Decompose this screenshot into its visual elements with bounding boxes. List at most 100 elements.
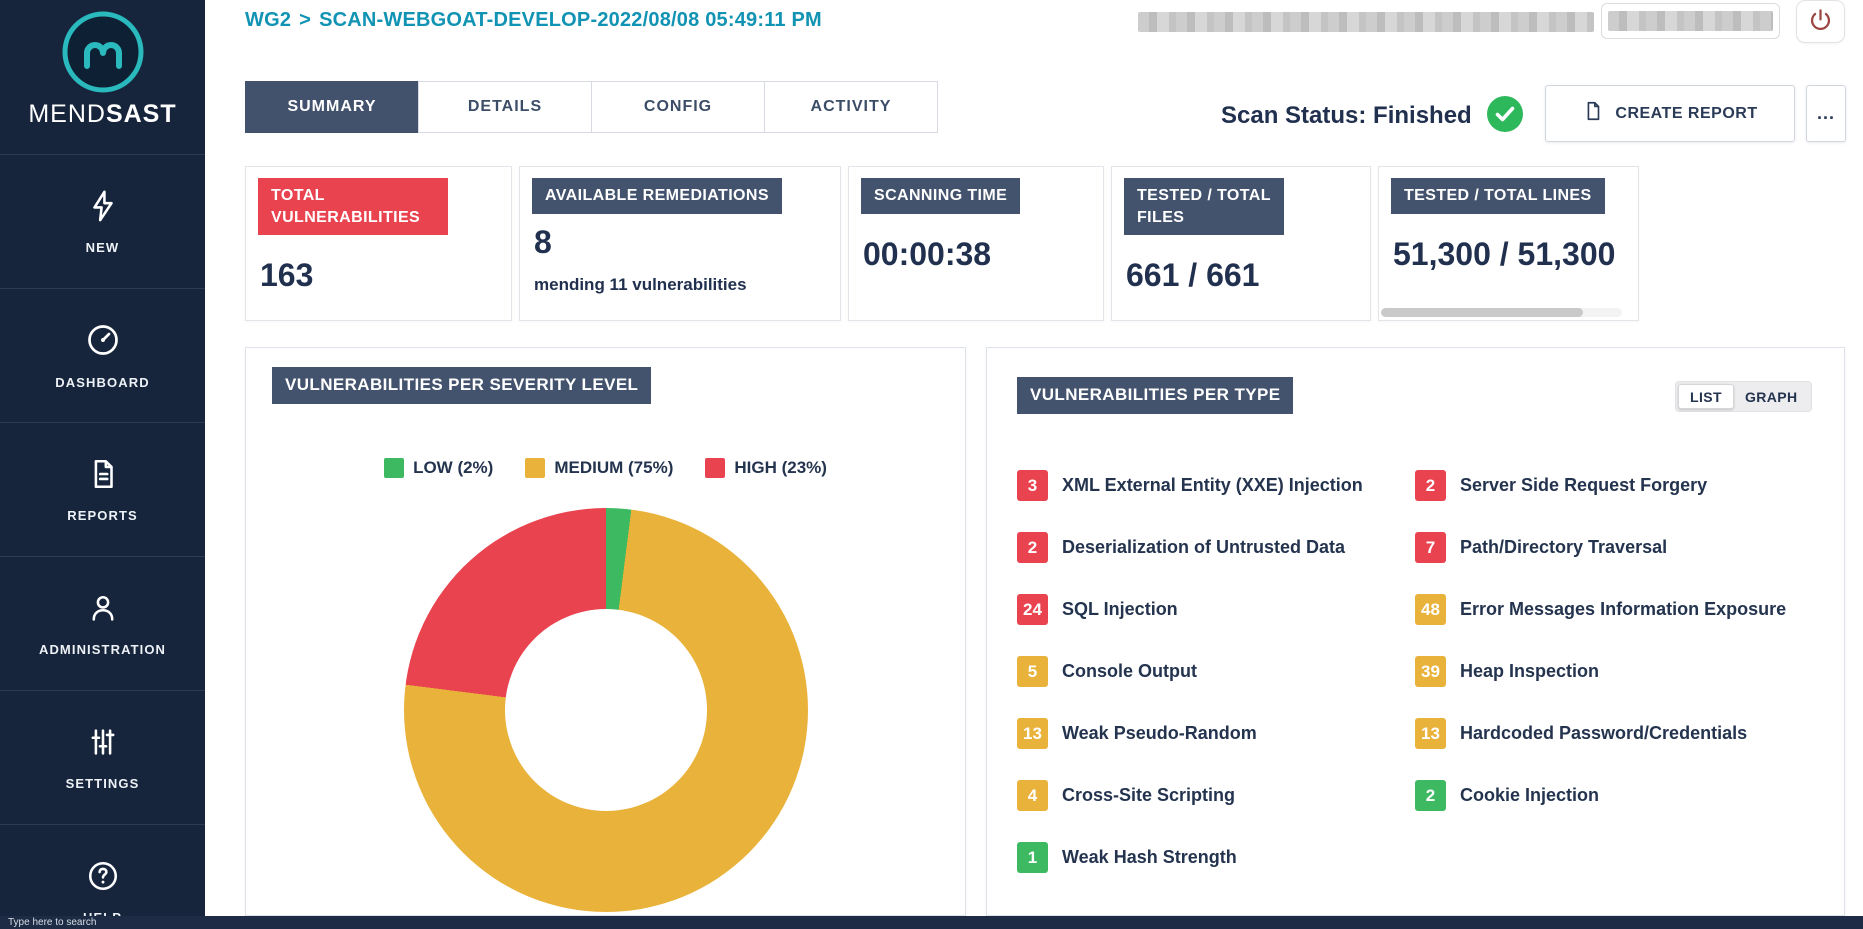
- stat-value: 661 / 661: [1126, 257, 1358, 294]
- vuln-type-item[interactable]: 2 Cookie Injection: [1415, 780, 1786, 811]
- create-report-label: CREATE REPORT: [1615, 105, 1757, 123]
- sidebar-item-help[interactable]: HELP: [0, 824, 205, 929]
- mend-logo[interactable]: [61, 10, 145, 94]
- vuln-type-label: Heap Inspection: [1460, 661, 1599, 682]
- vuln-types-column-left: 3 XML External Entity (XXE) Injection 2 …: [1017, 470, 1363, 904]
- stat-value: 51,300 / 51,300: [1393, 236, 1638, 273]
- stats-row: TOTAL VULNERABILITIES 163 AVAILABLE REME…: [245, 166, 1639, 321]
- vuln-type-item[interactable]: 24 SQL Injection: [1017, 594, 1363, 625]
- severity-legend: LOW (2%) MEDIUM (75%) HIGH (23%): [246, 458, 965, 478]
- brand-sast: SAST: [106, 100, 177, 128]
- stat-label: AVAILABLE REMEDIATIONS: [532, 178, 782, 214]
- vuln-type-item[interactable]: 13 Hardcoded Password/Credentials: [1415, 718, 1786, 749]
- stat-label: SCANNING TIME: [861, 178, 1020, 214]
- vuln-type-item[interactable]: 2 Server Side Request Forgery: [1415, 470, 1786, 501]
- document-icon: [86, 457, 120, 496]
- vuln-type-label: Path/Directory Traversal: [1460, 537, 1667, 558]
- scan-status-value: Finished: [1373, 102, 1472, 129]
- vuln-count-badge: 5: [1017, 656, 1048, 687]
- person-icon: [86, 591, 120, 630]
- legend-item-high: HIGH (23%): [705, 458, 827, 478]
- check-circle-icon: [1486, 95, 1524, 138]
- breadcrumb-project-link[interactable]: WG2: [245, 9, 291, 31]
- severity-panel: VULNERABILITIES PER SEVERITY LEVEL LOW (…: [245, 347, 966, 916]
- scan-status: Scan Status: Finished: [1221, 94, 1524, 138]
- vuln-type-label: Hardcoded Password/Credentials: [1460, 723, 1747, 744]
- taskbar-search[interactable]: Type here to search: [8, 917, 96, 928]
- vuln-type-label: Weak Pseudo-Random: [1062, 723, 1257, 744]
- stat-card-available-remediations: AVAILABLE REMEDIATIONS 8 mending 11 vuln…: [519, 166, 841, 321]
- question-icon: [86, 859, 120, 898]
- sidebar-item-new[interactable]: NEW: [0, 154, 205, 288]
- legend-item-medium: MEDIUM (75%): [525, 458, 673, 478]
- legend-label: HIGH (23%): [734, 458, 827, 478]
- more-options-button[interactable]: ...: [1806, 85, 1846, 142]
- breadcrumb-separator: >: [299, 9, 311, 31]
- vuln-type-label: SQL Injection: [1062, 599, 1178, 620]
- stat-value: 00:00:38: [863, 236, 1091, 273]
- vuln-count-badge: 48: [1415, 594, 1446, 625]
- vuln-type-item[interactable]: 2 Deserialization of Untrusted Data: [1017, 532, 1363, 563]
- sidebar-nav: NEW DASHBOARD REPORTS ADMINISTRATION: [0, 154, 205, 929]
- redacted-user-selector[interactable]: [1601, 3, 1780, 39]
- legend-swatch-high: [705, 458, 725, 478]
- stat-card-tested-files: TESTED / TOTAL FILES 661 / 661: [1111, 166, 1371, 321]
- severity-panel-title: VULNERABILITIES PER SEVERITY LEVEL: [272, 367, 651, 404]
- vuln-count-badge: 1: [1017, 842, 1048, 873]
- toggle-graph[interactable]: GRAPH: [1734, 384, 1809, 409]
- legend-swatch-medium: [525, 458, 545, 478]
- vuln-count-badge: 24: [1017, 594, 1048, 625]
- sidebar-item-label: SETTINGS: [66, 776, 140, 791]
- scan-tabs: SUMMARY DETAILS CONFIG ACTIVITY: [245, 81, 938, 133]
- stat-label: TESTED / TOTAL LINES: [1391, 178, 1605, 214]
- create-report-button[interactable]: CREATE REPORT: [1545, 85, 1795, 142]
- vuln-count-badge: 2: [1415, 780, 1446, 811]
- lightning-icon: [86, 189, 120, 228]
- stat-card-total-vulnerabilities: TOTAL VULNERABILITIES 163: [245, 166, 512, 321]
- vuln-type-item[interactable]: 13 Weak Pseudo-Random: [1017, 718, 1363, 749]
- legend-label: LOW (2%): [413, 458, 493, 478]
- stat-label: TOTAL VULNERABILITIES: [258, 178, 448, 235]
- stat-card-scanning-time: SCANNING TIME 00:00:38: [848, 166, 1104, 321]
- vuln-count-badge: 13: [1017, 718, 1048, 749]
- vuln-type-item[interactable]: 7 Path/Directory Traversal: [1415, 532, 1786, 563]
- stat-label: TESTED / TOTAL FILES: [1124, 178, 1284, 235]
- vuln-type-item[interactable]: 1 Weak Hash Strength: [1017, 842, 1363, 873]
- legend-item-low: LOW (2%): [384, 458, 493, 478]
- vuln-type-item[interactable]: 3 XML External Entity (XXE) Injection: [1017, 470, 1363, 501]
- gauge-icon: [85, 322, 121, 363]
- redacted-account-info: [1138, 12, 1594, 32]
- tab-summary[interactable]: SUMMARY: [245, 81, 419, 133]
- vuln-count-badge: 2: [1017, 532, 1048, 563]
- legend-label: MEDIUM (75%): [554, 458, 673, 478]
- vuln-type-item[interactable]: 48 Error Messages Information Exposure: [1415, 594, 1786, 625]
- vuln-count-badge: 39: [1415, 656, 1446, 687]
- stat-card-tested-lines: TESTED / TOTAL LINES 51,300 / 51,300: [1378, 166, 1639, 321]
- scrollbar-thumb[interactable]: [1381, 308, 1583, 317]
- legend-swatch-low: [384, 458, 404, 478]
- main-content: WG2>SCAN-WEBGOAT-DEVELOP-2022/08/08 05:4…: [205, 0, 1863, 929]
- vuln-type-item[interactable]: 4 Cross-Site Scripting: [1017, 780, 1363, 811]
- stats-horizontal-scrollbar[interactable]: [1381, 308, 1622, 317]
- sidebar-item-reports[interactable]: REPORTS: [0, 422, 205, 556]
- vuln-type-label: Error Messages Information Exposure: [1460, 599, 1786, 620]
- vuln-type-item[interactable]: 5 Console Output: [1017, 656, 1363, 687]
- sidebar: MENDSAST NEW DASHBOARD REPORTS: [0, 0, 205, 929]
- vuln-type-item[interactable]: 39 Heap Inspection: [1415, 656, 1786, 687]
- logout-power-button[interactable]: [1796, 0, 1845, 43]
- toggle-list[interactable]: LIST: [1678, 384, 1734, 409]
- vuln-count-badge: 7: [1415, 532, 1446, 563]
- stat-value: 163: [260, 257, 499, 294]
- sidebar-item-administration[interactable]: ADMINISTRATION: [0, 556, 205, 690]
- tab-activity[interactable]: ACTIVITY: [764, 81, 938, 133]
- severity-donut-chart[interactable]: [404, 508, 808, 912]
- vuln-count-badge: 2: [1415, 470, 1446, 501]
- sliders-icon: [86, 725, 120, 764]
- tab-config[interactable]: CONFIG: [591, 81, 765, 133]
- brand-mend: MEND: [28, 100, 106, 128]
- sidebar-item-settings[interactable]: SETTINGS: [0, 690, 205, 824]
- redacted-user-name: [1608, 11, 1773, 31]
- tab-details[interactable]: DETAILS: [418, 81, 592, 133]
- sidebar-item-dashboard[interactable]: DASHBOARD: [0, 288, 205, 422]
- vuln-type-label: Deserialization of Untrusted Data: [1062, 537, 1345, 558]
